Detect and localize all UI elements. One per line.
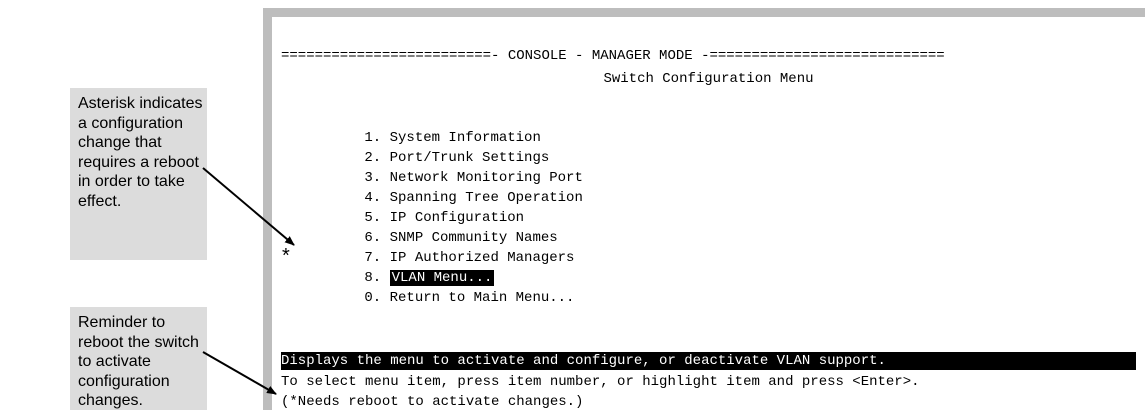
callout-line: Reminder to [78,314,166,331]
status-help-line: Displays the menu to activate and config… [281,352,1136,370]
reboot-note-line: (*Needs reboot to activate changes.) [281,394,584,410]
console-window-frame: =========================- CONSOLE - MAN… [263,8,1145,410]
callout-asterisk-note: Asterisk indicates a configuration chang… [70,88,207,260]
callout-line: change that [78,134,162,151]
callout-line: to activate [78,353,151,370]
callout-line: in order to take [78,173,185,190]
instruction-line: To select menu item, press item number, … [281,374,920,390]
menu-item-number: 0. [364,290,382,306]
menu-title: Switch Configuration Menu [603,71,814,87]
callout-reboot-reminder: Reminder to reboot the switch to activat… [70,307,207,410]
callout-line: configuration [78,372,170,390]
callout-line: reboot the switch [78,333,199,351]
callout-line: changes. [78,392,143,409]
reboot-required-marker: * [282,245,290,267]
callout-line: a configuration [78,114,183,132]
menu-item-label: Return to Main Menu... [389,290,575,306]
console-screen: =========================- CONSOLE - MAN… [272,17,1145,410]
callout-line: requires a reboot [78,153,199,171]
callout-line: effect. [78,192,122,210]
callout-line: Asterisk indicates [78,95,203,112]
menu-item-return-to-main-menu[interactable]: 0. Return to Main Menu... [292,271,652,325]
console-header-bar: =========================- CONSOLE - MAN… [281,48,945,64]
